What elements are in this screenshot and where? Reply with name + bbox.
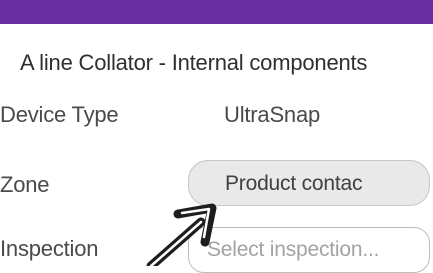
zone-selected-value: Product contac — [225, 172, 363, 195]
zone-select[interactable]: Product contac — [188, 160, 430, 206]
inspection-label: Inspection — [0, 236, 99, 261]
page-title: A line Collator - Internal components — [20, 50, 368, 75]
device-type-label: Device Type — [0, 102, 119, 127]
inspection-placeholder: Select inspection... — [207, 238, 380, 261]
inspection-select[interactable]: Select inspection... — [188, 227, 430, 273]
header-bar — [0, 0, 433, 24]
zone-label: Zone — [0, 172, 50, 197]
device-type-value: UltraSnap — [224, 102, 321, 127]
